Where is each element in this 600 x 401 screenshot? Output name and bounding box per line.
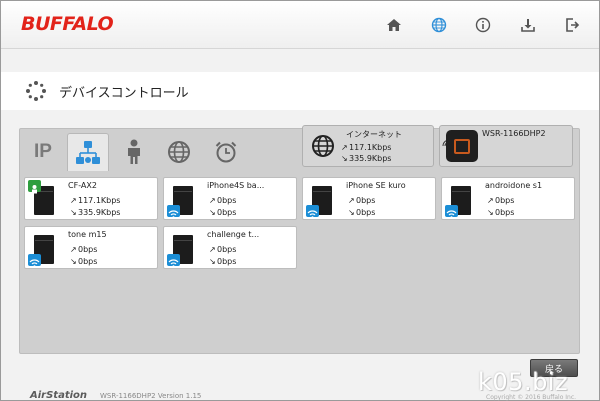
device-control-icon <box>25 80 47 106</box>
page-title: デバイスコントロール <box>59 86 189 101</box>
device-card[interactable]: androidone s1 ↗0bps ↘0bps <box>441 177 575 220</box>
device-upload-rate: ↗0bps <box>487 196 515 205</box>
internet-globe-icon <box>311 134 335 162</box>
wifi-icon <box>167 254 180 268</box>
footer-brand: AirStation <box>30 390 88 401</box>
device-upload-rate: ↗0bps <box>209 245 237 254</box>
device-name: iPhone4S ba... <box>207 181 265 190</box>
logout-icon[interactable] <box>562 15 582 35</box>
wifi-icon <box>167 205 180 219</box>
router-name: WSR-1166DHP2 <box>482 129 546 138</box>
wired-connection-icon <box>28 180 41 194</box>
device-card[interactable]: CF-AX2 ↗117.1Kbps ↘335.9Kbps <box>24 177 158 220</box>
network-devices-icon <box>76 140 100 164</box>
internet-upload-rate: ↗117.1Kbps <box>341 143 392 152</box>
wifi-icon <box>306 205 319 219</box>
home-icon[interactable] <box>384 15 404 35</box>
tab-person[interactable] <box>113 135 155 169</box>
tab-network-devices[interactable] <box>67 133 109 171</box>
tab-ip[interactable]: IP <box>22 135 64 169</box>
device-card[interactable]: iPhone4S ba... ↗0bps ↘0bps <box>163 177 297 220</box>
device-name: challenge t... <box>207 230 260 239</box>
tab-ip-label: IP <box>34 141 52 162</box>
router-icon <box>446 130 478 162</box>
tab-internet[interactable] <box>158 135 200 169</box>
device-download-rate: ↘335.9Kbps <box>70 208 121 217</box>
wifi-icon <box>28 254 41 268</box>
device-download-rate: ↘0bps <box>487 208 515 217</box>
router-status-box: WSR-1166DHP2 <box>439 125 573 167</box>
watermark: k05.biz <box>478 368 569 396</box>
device-upload-rate: ↗0bps <box>70 245 98 254</box>
device-download-rate: ↘0bps <box>348 208 376 217</box>
device-name: iPhone SE kuro <box>346 181 406 190</box>
page-title-bar: デバイスコントロール <box>1 72 599 110</box>
device-card[interactable]: challenge t... ↗0bps ↘0bps <box>163 226 297 269</box>
internet-title: インターネット <box>346 130 402 139</box>
globe-icon[interactable] <box>429 15 449 35</box>
wifi-icon <box>445 205 458 219</box>
download-icon[interactable] <box>518 15 538 35</box>
copyright: Copyright © 2016 Buffalo Inc. <box>486 394 577 401</box>
device-card[interactable]: tone m15 ↗0bps ↘0bps <box>24 226 158 269</box>
device-name: tone m15 <box>68 230 107 239</box>
footer-model: WSR-1166DHP2 Version 1.15 <box>100 392 202 400</box>
device-download-rate: ↘0bps <box>209 208 237 217</box>
info-icon[interactable] <box>473 15 493 35</box>
device-upload-rate: ↗117.1Kbps <box>70 196 121 205</box>
internet-download-rate: ↘335.9Kbps <box>341 154 392 163</box>
device-upload-rate: ↗0bps <box>348 196 376 205</box>
device-download-rate: ↘0bps <box>70 257 98 266</box>
tab-alarm[interactable] <box>205 135 247 169</box>
device-upload-rate: ↗0bps <box>209 196 237 205</box>
top-header: BUFFALO <box>1 1 599 49</box>
brand-logo: BUFFALO <box>21 13 114 35</box>
device-name: androidone s1 <box>485 181 543 190</box>
internet-status-box: インターネット ↗117.1Kbps ↘335.9Kbps <box>302 125 434 167</box>
device-card[interactable]: iPhone SE kuro ↗0bps ↘0bps <box>302 177 436 220</box>
device-name: CF-AX2 <box>68 181 97 190</box>
device-download-rate: ↘0bps <box>209 257 237 266</box>
internet-globe-icon <box>168 141 190 163</box>
person-icon <box>128 139 140 164</box>
alarm-clock-icon <box>215 141 237 163</box>
